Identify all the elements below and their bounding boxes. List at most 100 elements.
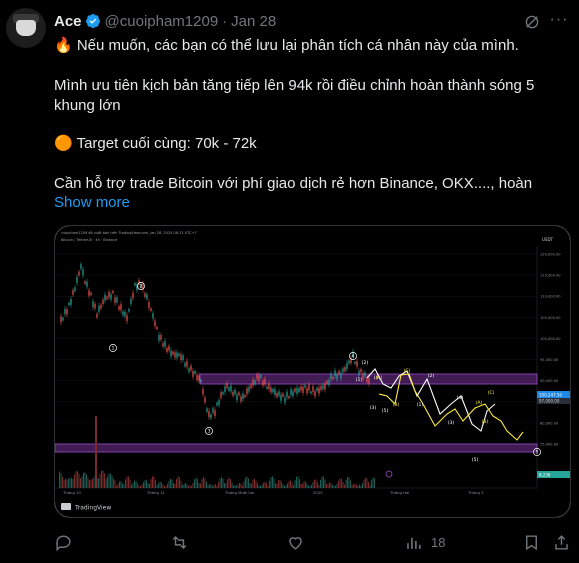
volume-bar [233,485,234,488]
grok-icon[interactable] [523,13,541,31]
volume-bar [326,483,327,488]
candle-body [66,309,68,315]
price-tag: 100,247.56 [539,393,562,398]
volume-bar [332,484,333,488]
volume-bar [345,479,347,488]
y-tick-label: 75,000.00 [540,443,559,447]
author-avatar[interactable] [6,8,46,48]
volume-bar [128,476,129,488]
candle-body [132,292,134,299]
volume-bar [362,483,363,488]
views-count: 18 [431,534,446,550]
candle-body [144,293,146,298]
candle-body [208,411,210,418]
volume-bar [348,477,350,488]
candle-body [328,380,330,386]
candle-body [242,393,244,400]
reply-icon [56,534,71,551]
candle-body [278,391,280,396]
candle-body [184,362,186,367]
reply-button[interactable] [54,531,81,553]
y-tick-label: 100,000.00 [540,337,561,341]
volume-bar [228,477,230,488]
volume-bar [134,480,135,488]
candle-body [60,316,62,323]
wave-sub-1: (1) [356,377,363,383]
tweet-date[interactable]: Jan 28 [231,13,276,30]
volume-bar [138,485,140,488]
volume-bar [189,485,191,488]
volume-bar [324,479,326,488]
candle-body [300,386,302,391]
volume-bar [350,480,351,488]
candle-body [192,370,194,377]
candle-body [116,297,118,303]
volume-bar [159,481,161,488]
volume-bar [275,483,276,488]
share-button[interactable] [552,531,571,553]
volume-bar [150,479,152,488]
volume-bar [206,481,207,488]
candle-body [82,269,84,276]
wave-sub-3: (3) [370,405,377,411]
more-options-icon[interactable]: ··· [549,12,569,32]
views-button[interactable]: 18 [404,531,445,553]
wave-sub-2: (2) [362,360,369,366]
x-tick-label: Tháng Hai [389,490,409,495]
volume-bar [185,482,186,488]
candle-body [156,326,158,330]
volume-bar [354,483,356,488]
volume-bar [110,473,111,488]
volume-bar [191,485,192,488]
candle-body [106,296,108,300]
bookmark-button[interactable] [522,531,541,553]
candle-body [210,414,212,419]
volume-bar [261,484,263,488]
author-handle[interactable]: @cuoipham1209 [105,13,219,30]
wave-sub-2b: (2) [428,373,435,379]
candle-body [152,313,154,319]
wave-sub-3b: (3) [448,420,455,426]
volume-bar [69,477,71,488]
volume-bar [174,483,176,488]
volume-bar [165,485,167,488]
candle-body [202,388,204,395]
candle-body [170,350,172,357]
candle-body [76,277,78,284]
tweet-media-chart[interactable]: cuoipham1209 đã xuất bản trên TradingVie… [54,225,571,518]
candle-body [268,383,270,390]
candle-body [264,378,266,385]
like-button[interactable] [286,531,313,553]
volume-bar [272,476,273,488]
volume-bar [305,481,306,488]
candle-body [334,370,336,377]
volume-bar [360,485,362,488]
volume-bar [231,482,233,488]
volume-bar [221,476,222,488]
candle-body [262,380,264,386]
volume-bar [368,481,369,488]
candle-body [134,283,136,286]
author-name[interactable]: Ace [54,13,82,30]
volume-bar [66,479,68,488]
volume-bar [123,484,125,488]
volume-bar [102,470,104,488]
show-more-link[interactable]: Show more [54,193,130,213]
volume-bar [249,483,251,488]
volume-bar [135,480,137,488]
volume-bar [318,484,320,488]
candle-body [282,393,284,397]
volume-bar [201,478,203,488]
tweet-text-line-2: Mình ưu tiên kịch bản tăng tiếp lên 94k … [54,77,535,94]
candle-body [308,384,310,391]
candle-body [256,374,258,379]
volume-bar [177,476,179,488]
retweet-button[interactable] [170,531,197,553]
candle-body [104,294,106,301]
volume-bar [269,480,270,488]
bottom-tag: 8,236 [539,473,551,478]
tweet-text-line-5: Cần hỗ trợ trade Bitcoin với phí giao dị… [54,175,533,192]
wave-sub-b: (B) [393,402,400,408]
candle-body [340,372,342,379]
volume-bar [266,482,267,488]
